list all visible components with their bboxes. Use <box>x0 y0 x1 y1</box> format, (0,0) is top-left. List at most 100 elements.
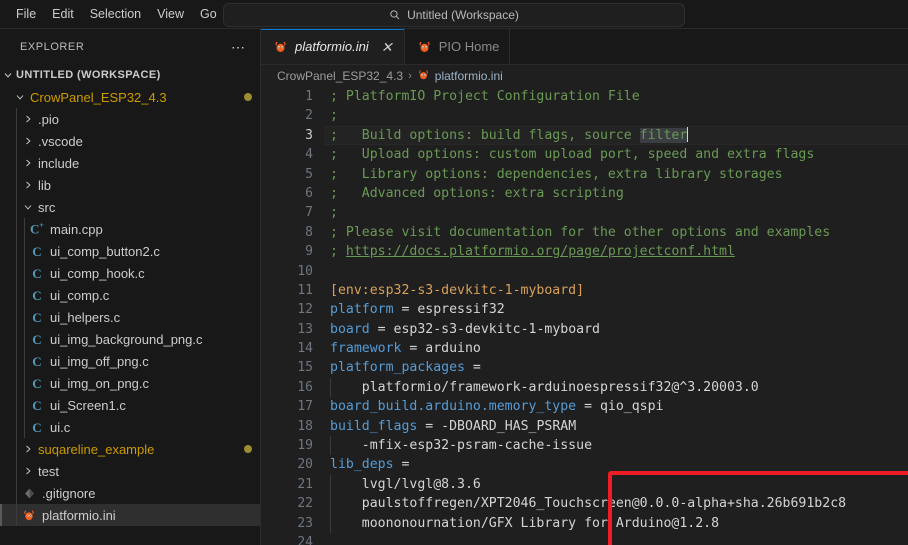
tree-item-label: ui_img_background_png.c <box>50 331 203 347</box>
tree-item-label: ui_comp.c <box>50 287 110 303</box>
breadcrumb-folder[interactable]: CrowPanel_ESP32_4.3 <box>277 69 403 83</box>
chevron-right-icon[interactable] <box>20 465 36 477</box>
breadcrumb[interactable]: CrowPanel_ESP32_4.3 › platformio.ini <box>261 65 908 87</box>
code-line-text: board = esp32-s3-devkitc-1-myboard <box>324 320 600 339</box>
code-token: board_build.arduino.memory_type <box>330 399 577 415</box>
code-line-21[interactable]: 21 lvgl/lvgl@8.3.6 <box>261 474 908 495</box>
code-line-23[interactable]: 23 moononournation/GFX Library for Ardui… <box>261 513 908 533</box>
chevron-right-icon[interactable] <box>20 113 36 125</box>
code-line-1[interactable]: 1 ; PlatformIO Project Configuration File <box>261 87 908 106</box>
tree-item-ui-img-background-png-c[interactable]: Cui_img_background_png.c <box>0 328 260 350</box>
code-token: platform <box>330 302 394 318</box>
chevron-down-icon[interactable] <box>20 201 36 213</box>
code-token: platform_packages <box>330 360 465 376</box>
editor-tab-pio-home[interactable]: PIO Home <box>404 29 511 64</box>
tree-item-crowpanel-esp32-4-3[interactable]: CrowPanel_ESP32_4.3 <box>0 86 260 108</box>
line-number: 17 <box>297 399 313 415</box>
tree-root-label: UNTITLED (WORKSPACE) <box>16 69 161 81</box>
editor-tab-platformio-ini[interactable]: platformio.ini ✕ <box>261 29 405 64</box>
code-line-9[interactable]: 9; https://docs.platformio.org/page/proj… <box>261 242 908 261</box>
tree-item-src[interactable]: src <box>0 196 260 218</box>
line-number: 15 <box>297 360 313 376</box>
code-editor[interactable]: 1 ; PlatformIO Project Configuration File… <box>261 87 908 545</box>
code-line-7[interactable]: 7; <box>261 203 908 222</box>
tree-root-workspace[interactable]: UNTITLED (WORKSPACE) <box>0 64 260 86</box>
tree-item-lib[interactable]: lib <box>0 174 260 196</box>
code-line-text: platform = espressif32 <box>324 300 505 319</box>
indent-guide <box>16 130 17 152</box>
line-number: 1 <box>305 89 313 104</box>
tree-item-platformio-ini[interactable]: platformio.ini <box>0 504 260 526</box>
close-icon[interactable]: ✕ <box>380 40 394 54</box>
tree-item-include[interactable]: include <box>0 152 260 174</box>
code-line-8[interactable]: 8 ; Please visit documentation for the ot… <box>261 223 908 242</box>
tree-item-label: ui_comp_button2.c <box>50 243 160 259</box>
tree-item-ui-screen1-c[interactable]: Cui_Screen1.c <box>0 394 260 416</box>
code-line-6[interactable]: 6 ; Advanced options: extra scripting <box>261 184 908 203</box>
code-line-13[interactable]: 13 board = esp32-s3-devkitc-1-myboard <box>261 320 908 339</box>
chevron-right-icon[interactable] <box>20 443 36 455</box>
code-line-16[interactable]: 16 platformio/framework-arduinoespressif… <box>261 377 908 398</box>
code-line-text: lib_deps = <box>324 455 409 474</box>
code-line-3[interactable]: 3 ; Build options: build flags, source fi… <box>261 125 908 146</box>
indent-guide <box>330 513 331 533</box>
code-line-22[interactable]: 22 paulstoffregen/XPT2046_Touchscreen@0.… <box>261 494 908 514</box>
code-line-24[interactable]: 24 <box>261 533 908 545</box>
tree-item-ui-img-on-png-c[interactable]: Cui_img_on_png.c <box>0 372 260 394</box>
tree-item-label: platformio.ini <box>42 507 116 523</box>
tree-item--pio[interactable]: .pio <box>0 108 260 130</box>
menu-file[interactable]: File <box>8 3 44 25</box>
chevron-down-icon[interactable] <box>12 91 28 103</box>
c-file-icon: C <box>32 287 42 303</box>
code-line-14[interactable]: 14 framework = arduino <box>261 339 908 358</box>
tree-item-test[interactable]: test <box>0 460 260 482</box>
tree-item-label: .gitignore <box>42 485 96 501</box>
code-line-18[interactable]: 18 build_flags = -DBOARD_HAS_PSRAM <box>261 417 908 436</box>
indent-guide <box>16 350 17 372</box>
menu-view[interactable]: View <box>149 3 192 25</box>
menu-edit[interactable]: Edit <box>44 3 82 25</box>
indent-guide <box>330 494 331 514</box>
code-line-20[interactable]: 20 lib_deps = <box>261 455 908 474</box>
indent-guide <box>24 328 25 350</box>
c-file-icon: C <box>32 419 42 435</box>
tree-item-main-cpp[interactable]: C+ main.cpp <box>0 218 260 240</box>
code-line-4[interactable]: 4 ; Upload options: custom upload port, s… <box>261 145 908 164</box>
c-file-icon: C <box>32 397 42 413</box>
more-actions-icon[interactable]: ⋯ <box>225 40 252 54</box>
menu-go[interactable]: Go <box>192 3 225 25</box>
tree-item-ui-comp-hook-c[interactable]: Cui_comp_hook.c <box>0 262 260 284</box>
line-number: 4 <box>305 147 313 163</box>
code-line-17[interactable]: 17 board_build.arduino.memory_type = qio_… <box>261 397 908 416</box>
tree-item-ui-helpers-c[interactable]: Cui_helpers.c <box>0 306 260 328</box>
chevron-right-icon[interactable] <box>20 135 36 147</box>
code-token: esp32-s3-devkitc-1-myboard <box>393 321 600 337</box>
breadcrumb-file[interactable]: platformio.ini <box>417 68 503 84</box>
tree-item--gitignore[interactable]: .gitignore <box>0 482 260 504</box>
search-icon <box>390 10 400 20</box>
tree-item-suqareline-example[interactable]: suqareline_example <box>0 438 260 460</box>
tree-item-ui-comp-button2-c[interactable]: Cui_comp_button2.c <box>0 240 260 262</box>
menu-selection[interactable]: Selection <box>82 3 149 25</box>
code-line-19[interactable]: 19 -mfix-esp32-psram-cache-issue <box>261 436 908 456</box>
code-line-2[interactable]: 2; <box>261 106 908 125</box>
chevron-right-icon[interactable] <box>20 179 36 191</box>
line-number: 6 <box>305 185 313 201</box>
chevron-right-icon[interactable] <box>20 157 36 169</box>
breadcrumb-file-label: platformio.ini <box>434 69 503 83</box>
code-line-10[interactable]: 10 <box>261 262 908 281</box>
tab-bar-empty-space <box>510 29 908 64</box>
file-tree[interactable]: UNTITLED (WORKSPACE) CrowPanel_ESP32_4.3… <box>0 64 260 545</box>
code-line-11[interactable]: 11 [env:esp32-s3-devkitc-1-myboard] <box>261 281 908 300</box>
code-line-15[interactable]: 15 platform_packages = <box>261 358 908 377</box>
indent-guide <box>24 240 25 262</box>
code-line-5[interactable]: 5 ; Library options: dependencies, extra … <box>261 165 908 184</box>
indent-guide <box>16 328 17 350</box>
command-center-search[interactable]: Untitled (Workspace) <box>223 3 685 27</box>
tree-item--vscode[interactable]: .vscode <box>0 130 260 152</box>
tree-item-ui-img-off-png-c[interactable]: Cui_img_off_png.c <box>0 350 260 372</box>
tree-item-ui-c[interactable]: Cui.c <box>0 416 260 438</box>
tree-item-ui-comp-c[interactable]: Cui_comp.c <box>0 284 260 306</box>
code-line-12[interactable]: 12 platform = espressif32 <box>261 300 908 319</box>
code-lines[interactable]: 1 ; PlatformIO Project Configuration File… <box>261 87 908 545</box>
